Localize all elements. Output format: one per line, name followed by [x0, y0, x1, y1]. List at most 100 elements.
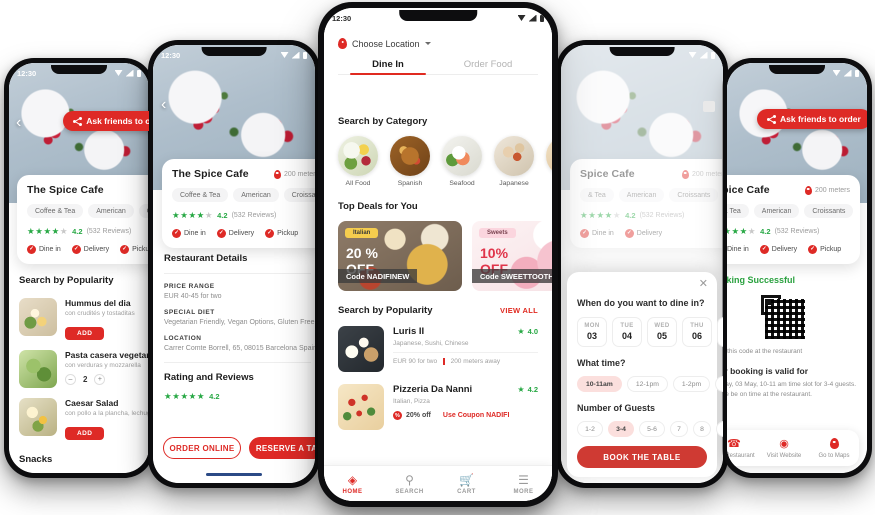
feature-label: Dine in	[39, 246, 61, 253]
restaurant-name: Pizzeria Da Nanni	[393, 384, 473, 395]
restaurant-name: The Spice Cafe	[27, 184, 104, 196]
cart-icon: 🛒	[459, 472, 474, 487]
add-item-button[interactable]: ADD	[65, 327, 105, 340]
book-table-button[interactable]: BOOK THE TABLE	[577, 446, 707, 468]
cuisine-chip[interactable]: American	[233, 188, 279, 202]
view-all-button[interactable]: VIEW ALL	[500, 306, 538, 315]
date-option[interactable]: MON 03	[577, 317, 607, 347]
cuisine-chip[interactable]: American	[88, 204, 134, 218]
cuisine-chip[interactable]: Coffee & Tea	[27, 204, 84, 218]
guest-option[interactable]: 8	[693, 421, 711, 437]
reviews-title: Rating and Reviews	[164, 372, 254, 383]
cuisine-chip[interactable]: American	[753, 204, 800, 218]
category-japanese[interactable]: Japanese	[494, 136, 534, 187]
restaurant-row[interactable]: Luris II ★ 4.0 Japanese, Sushi, Chinese …	[338, 326, 538, 372]
nav-home[interactable]: ◈ HOME	[324, 473, 381, 495]
time-option[interactable]: 2-3pm	[715, 376, 723, 392]
review-count: (532 Reviews)	[231, 212, 277, 219]
category-cakes[interactable]: Cakes	[546, 136, 552, 187]
go-to-maps-button[interactable]: Go to Maps	[809, 437, 859, 459]
increment-button[interactable]: +	[94, 374, 106, 385]
time-option[interactable]: 12-1pm	[626, 376, 668, 392]
wifi-icon	[114, 70, 123, 76]
order-online-button[interactable]: ORDER ONLINE	[163, 437, 241, 459]
deals-title: Top Deals for You	[338, 201, 418, 212]
rating-row: ★★★★★ 4.2 (532 Reviews)	[27, 226, 149, 237]
cuisine-chip[interactable]: Croissants	[283, 188, 315, 202]
category-image	[494, 136, 534, 176]
time-option[interactable]: 1-2pm	[672, 376, 711, 392]
tab-order-food[interactable]: Order Food	[438, 59, 538, 75]
menu-item-row[interactable]: Caesar Salad con pollo a la plancha, lec…	[19, 398, 149, 440]
nav-more[interactable]: ☰ MORE	[495, 473, 552, 495]
guests-title: Number of Guests	[577, 403, 656, 413]
ask-friends-button[interactable]: Ask friends to order	[63, 111, 149, 131]
category-label: Seafood	[449, 180, 475, 187]
guest-option[interactable]: 1-2	[577, 421, 603, 437]
photo-gallery-icon[interactable]	[703, 101, 715, 112]
guest-option[interactable]: 7	[670, 421, 688, 437]
cuisine-chip[interactable]: Croissants	[804, 204, 854, 218]
cuisine-chip[interactable]: & Tea	[727, 204, 749, 218]
tab-dine-in[interactable]: Dine In	[338, 59, 438, 76]
day-of-week: FRI	[718, 323, 723, 329]
share-icon	[767, 114, 776, 124]
signal-icon	[843, 69, 852, 77]
screenshot-stage: 12:30 ‹ Ask friends to order The Spice C…	[0, 0, 875, 515]
decrement-button[interactable]: –	[65, 374, 76, 385]
feature-label: Pickup	[277, 230, 299, 237]
check-icon: ✓	[120, 245, 130, 254]
restaurant-thumbnail	[338, 384, 384, 430]
close-icon[interactable]: ✕	[699, 279, 708, 290]
battery-icon	[854, 69, 859, 77]
feature-delivery: ✓Delivery	[71, 245, 109, 254]
status-bar-time: 12:30	[332, 13, 352, 23]
phone-icon: ☎	[727, 438, 741, 450]
time-option[interactable]: 10-11am	[577, 376, 622, 392]
feature-dine-in: ✓Dine in	[27, 245, 61, 254]
date-option[interactable]: TUE 04	[612, 317, 642, 347]
cuisine-chip[interactable]: Coffee & Tea	[172, 188, 229, 202]
category-seafood[interactable]: Seafood	[442, 136, 482, 187]
day-of-week: THU	[690, 323, 704, 329]
date-option[interactable]: WED 05	[647, 317, 677, 347]
back-button[interactable]: ‹	[161, 97, 166, 113]
deal-card-sweets[interactable]: Sweets 10% OFF Code SWEETTOOTH	[472, 221, 552, 291]
nav-search[interactable]: ⚲ SEARCH	[381, 473, 438, 495]
date-option[interactable]: FRI 07	[717, 317, 723, 347]
menu-item-desc: con crudités y tostaditas	[65, 310, 135, 317]
restaurant-price: EUR 90 for two	[393, 358, 438, 365]
detail-key: LOCATION	[164, 335, 202, 342]
restaurant-cuisine: Italian, Pizza	[393, 398, 430, 405]
battery-icon	[302, 51, 307, 59]
menu-item-row[interactable]: Hummus del dia con crudités y tostaditas…	[19, 298, 145, 340]
deals-row: Italian 20 % OFF Code NADIFINEW Sweets 1…	[338, 221, 552, 291]
coupon-label: Use Coupon NADIFI	[442, 412, 510, 419]
nav-label: CART	[457, 488, 476, 495]
category-image	[338, 136, 378, 176]
category-all-food[interactable]: All Food	[338, 136, 378, 187]
back-button[interactable]: ‹	[16, 115, 21, 131]
deal-card-italian[interactable]: Italian 20 % OFF Code NADIFINEW	[338, 221, 462, 291]
date-option[interactable]: THU 06	[682, 317, 712, 347]
call-restaurant-button[interactable]: ☎ Call Restaurant	[727, 437, 759, 459]
restaurant-row[interactable]: Pizzeria Da Nanni ★ 4.2 Italian, Pizza %…	[338, 384, 538, 430]
action-label: Visit Website	[766, 453, 802, 459]
location-selector[interactable]: Choose Location	[338, 38, 538, 49]
visit-website-button[interactable]: ◉ Visit Website	[759, 437, 809, 459]
nav-cart[interactable]: 🛒 CART	[438, 473, 495, 495]
category-title: Search by Category	[338, 116, 428, 127]
add-item-button[interactable]: ADD	[65, 427, 105, 440]
check-icon: ✓	[71, 245, 81, 254]
ask-friends-button[interactable]: Ask friends to order	[757, 109, 867, 129]
home-icon: ◈	[347, 472, 358, 487]
menu-item-row[interactable]: Pasta casera vegetariana con verduras y …	[19, 350, 149, 388]
valid-title: Your booking is valid for	[727, 366, 809, 377]
category-spanish[interactable]: Spanish	[390, 136, 430, 187]
reserve-table-button[interactable]: RESERVE A TABLE	[249, 437, 315, 459]
cuisine-chips: Coffee & Tea American Croissants	[27, 204, 149, 218]
guest-option[interactable]: 3-4	[608, 421, 634, 437]
detail-row: SPECIAL DIET Vegetarian Friendly, Vegan …	[164, 309, 315, 326]
guest-option[interactable]: 5-6	[639, 421, 665, 437]
phone-notch	[399, 10, 477, 21]
